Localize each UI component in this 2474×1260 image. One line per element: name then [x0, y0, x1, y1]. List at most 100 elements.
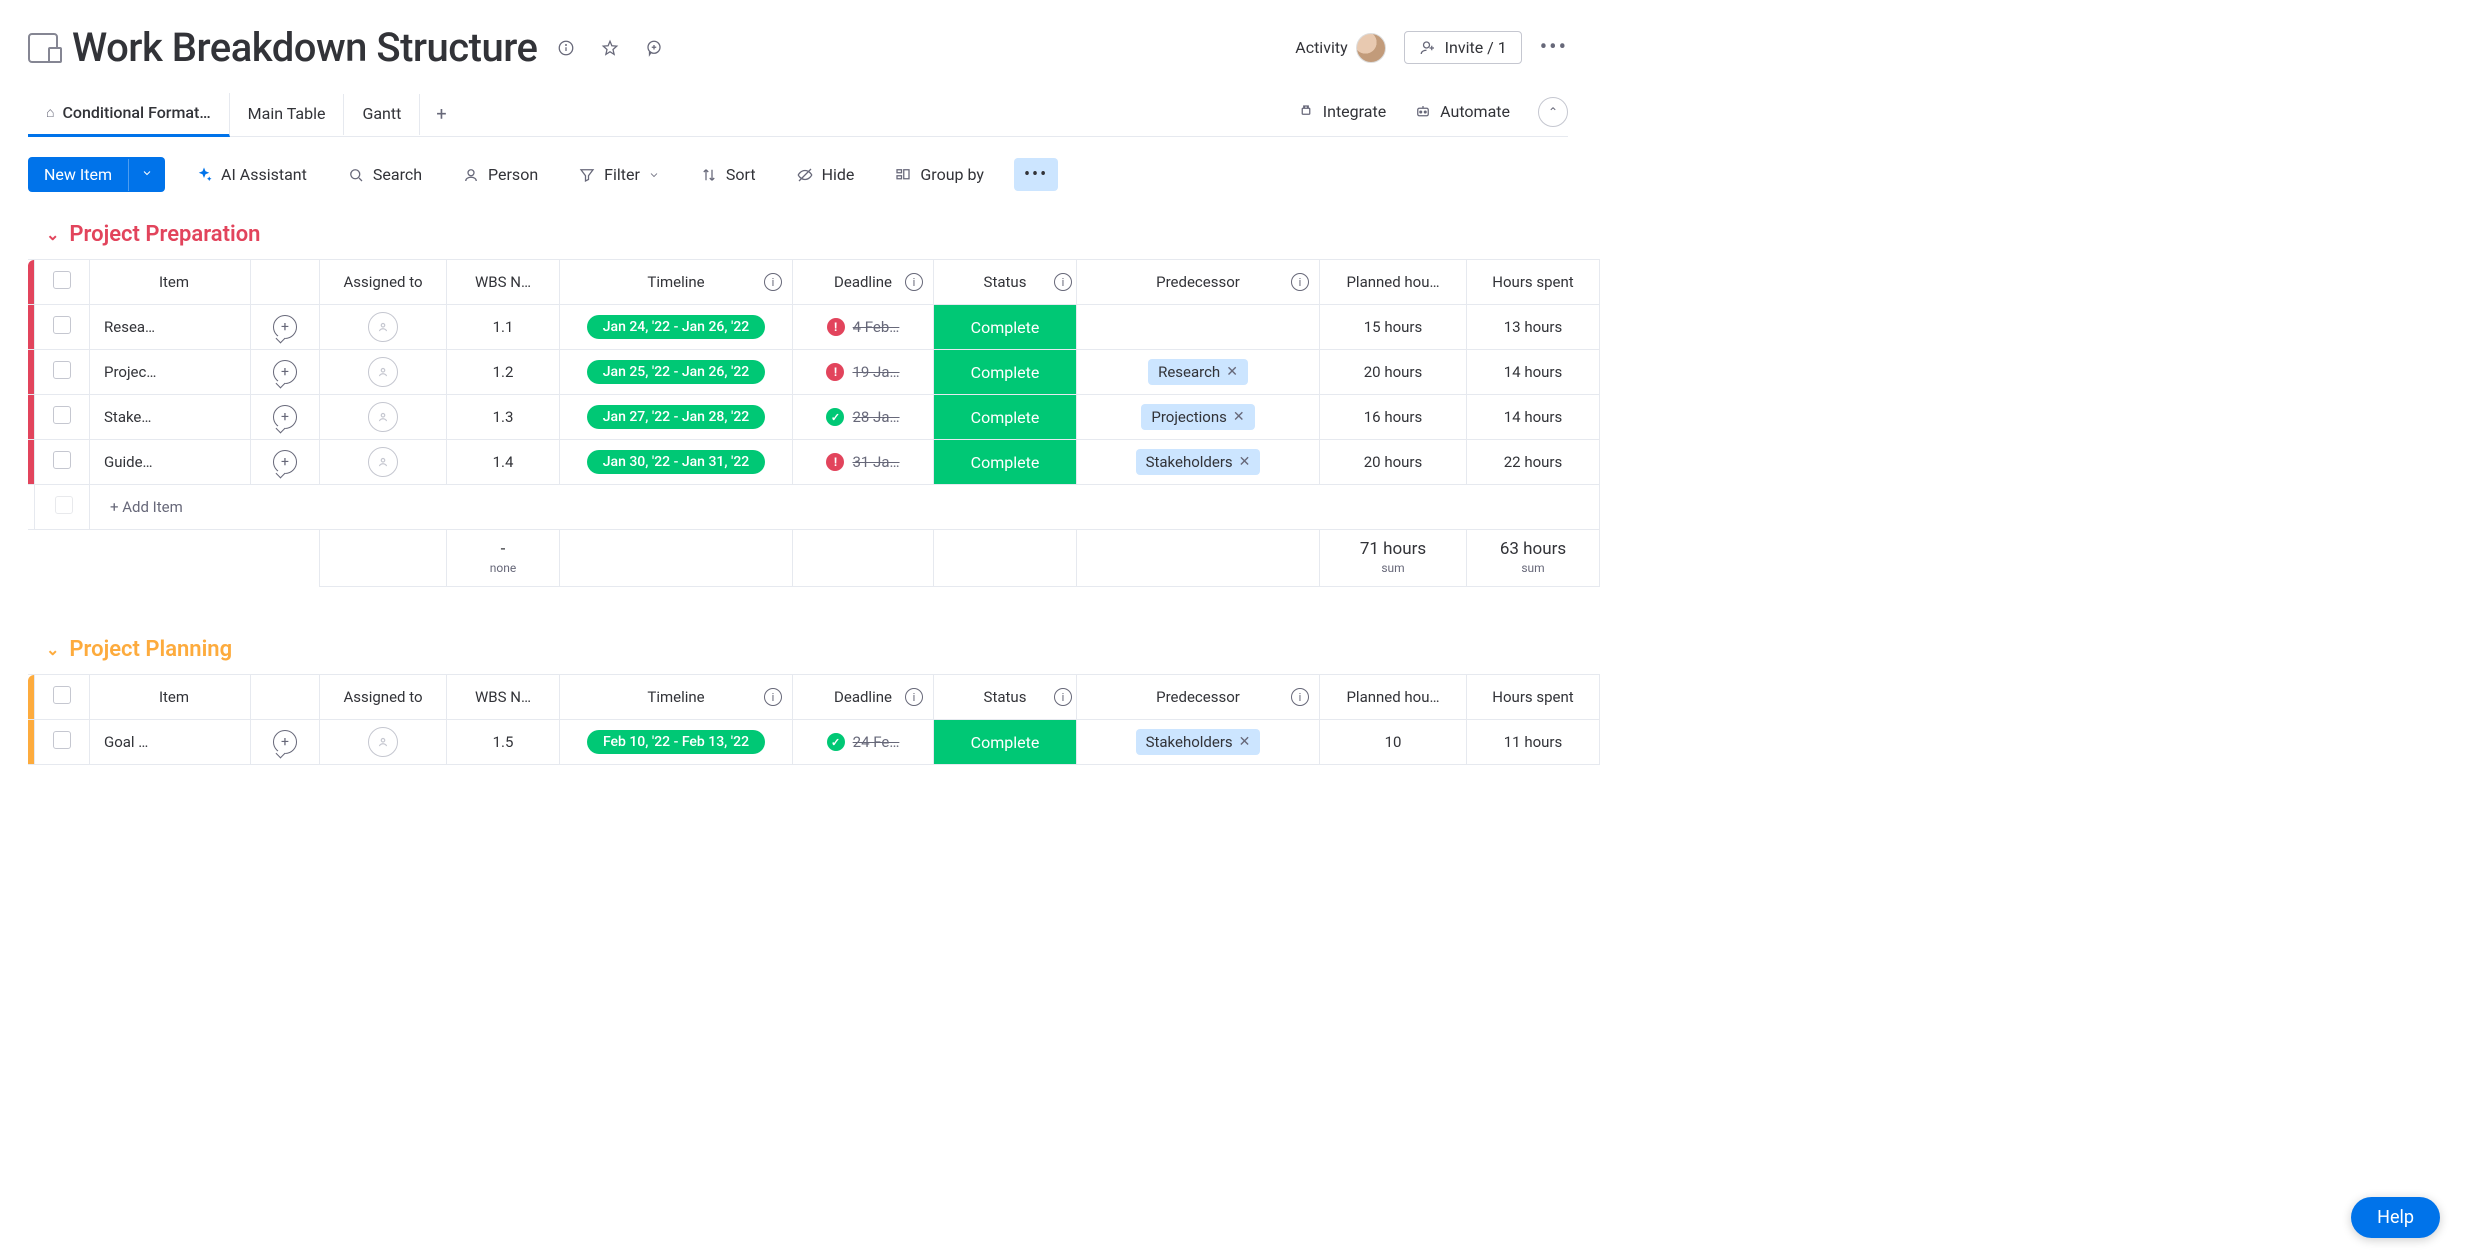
add-view-button[interactable]: + — [420, 94, 462, 135]
col-wbs[interactable]: WBS N… — [447, 675, 560, 720]
hours-spent-cell[interactable]: 13 hours — [1467, 305, 1600, 350]
col-timeline[interactable]: Timelinei — [560, 675, 793, 720]
row-checkbox[interactable] — [35, 350, 90, 395]
col-planned[interactable]: Planned hou… — [1320, 675, 1467, 720]
deadline-cell[interactable]: 19 Ja… — [793, 350, 934, 395]
filter-button[interactable]: Filter — [568, 159, 670, 190]
more-options-button[interactable]: ••• — [1014, 158, 1058, 191]
deadline-cell[interactable]: 31 Ja… — [793, 440, 934, 485]
assigned-to-cell[interactable] — [320, 350, 447, 395]
status-cell[interactable]: Complete — [934, 305, 1077, 350]
col-wbs[interactable]: WBS N… — [447, 260, 560, 305]
wbs-cell[interactable]: 1.2 — [447, 350, 560, 395]
remove-tag-icon[interactable]: ✕ — [1233, 409, 1245, 425]
invite-button[interactable]: Invite / 1 — [1404, 31, 1522, 64]
board-options-icon[interactable]: ••• — [1540, 35, 1568, 60]
planned-hours-cell[interactable]: 15 hours — [1320, 305, 1467, 350]
star-icon[interactable] — [595, 33, 625, 63]
add-item-row[interactable]: + Add Item — [28, 485, 1600, 530]
predecessor-tag[interactable]: Stakeholders✕ — [1136, 729, 1261, 755]
item-name-cell[interactable]: Guide… — [90, 440, 251, 485]
status-cell[interactable]: Complete — [934, 350, 1077, 395]
assigned-to-cell[interactable] — [320, 720, 447, 765]
row-checkbox[interactable] — [35, 305, 90, 350]
remove-tag-icon[interactable]: ✕ — [1226, 364, 1238, 380]
assigned-to-cell[interactable] — [320, 305, 447, 350]
col-assigned[interactable]: Assigned to — [320, 675, 447, 720]
col-item[interactable]: Item — [90, 260, 251, 305]
timeline-cell[interactable]: Jan 30, '22 - Jan 31, '22 — [560, 440, 793, 485]
col-status[interactable]: Statusi — [934, 675, 1077, 720]
search-button[interactable]: Search — [337, 159, 432, 190]
remove-tag-icon[interactable]: ✕ — [1239, 454, 1251, 470]
col-planned[interactable]: Planned hou… — [1320, 260, 1467, 305]
deadline-cell[interactable]: 4 Feb… — [793, 305, 934, 350]
add-conversation-icon[interactable] — [639, 33, 669, 63]
hours-spent-cell[interactable]: 11 hours — [1467, 720, 1600, 765]
wbs-cell[interactable]: 1.1 — [447, 305, 560, 350]
timeline-cell[interactable]: Jan 25, '22 - Jan 26, '22 — [560, 350, 793, 395]
col-deadline[interactable]: Deadlinei — [793, 675, 934, 720]
col-status[interactable]: Statusi — [934, 260, 1077, 305]
predecessor-cell[interactable]: Stakeholders✕ — [1077, 720, 1320, 765]
info-icon[interactable] — [551, 33, 581, 63]
conversation-button[interactable]: + — [251, 350, 320, 395]
info-icon[interactable]: i — [905, 688, 923, 706]
ai-assistant-button[interactable]: AI Assistant — [185, 159, 317, 190]
hours-spent-cell[interactable]: 14 hours — [1467, 395, 1600, 440]
timeline-cell[interactable]: Jan 27, '22 - Jan 28, '22 — [560, 395, 793, 440]
info-icon[interactable]: i — [1054, 688, 1072, 706]
new-item-button[interactable]: New Item — [28, 157, 165, 192]
row-checkbox[interactable] — [35, 395, 90, 440]
automate-button[interactable]: Automate — [1414, 102, 1510, 121]
select-all-checkbox[interactable] — [35, 260, 90, 305]
new-item-dropdown-icon[interactable] — [128, 159, 165, 191]
deadline-cell[interactable]: 24 Fe… — [793, 720, 934, 765]
info-icon[interactable]: i — [764, 273, 782, 291]
col-assigned[interactable]: Assigned to — [320, 260, 447, 305]
col-item[interactable]: Item — [90, 675, 251, 720]
status-cell[interactable]: Complete — [934, 395, 1077, 440]
predecessor-tag[interactable]: Projections✕ — [1141, 404, 1254, 430]
collapse-header-button[interactable]: ⌃ — [1538, 97, 1568, 127]
activity-button[interactable]: Activity — [1295, 33, 1385, 63]
hours-spent-cell[interactable]: 22 hours — [1467, 440, 1600, 485]
sort-button[interactable]: Sort — [690, 159, 766, 190]
hours-spent-cell[interactable]: 14 hours — [1467, 350, 1600, 395]
assigned-to-cell[interactable] — [320, 395, 447, 440]
timeline-cell[interactable]: Feb 10, '22 - Feb 13, '22 — [560, 720, 793, 765]
status-cell[interactable]: Complete — [934, 440, 1077, 485]
col-spent[interactable]: Hours spent — [1467, 260, 1600, 305]
wbs-cell[interactable]: 1.4 — [447, 440, 560, 485]
item-name-cell[interactable]: Stake… — [90, 395, 251, 440]
timeline-cell[interactable]: Jan 24, '22 - Jan 26, '22 — [560, 305, 793, 350]
col-predecessor[interactable]: Predecessori — [1077, 675, 1320, 720]
predecessor-cell[interactable]: Stakeholders✕ — [1077, 440, 1320, 485]
col-predecessor[interactable]: Predecessori — [1077, 260, 1320, 305]
planned-hours-cell[interactable]: 20 hours — [1320, 440, 1467, 485]
assigned-to-cell[interactable] — [320, 440, 447, 485]
conversation-button[interactable]: + — [251, 395, 320, 440]
predecessor-cell[interactable] — [1077, 305, 1320, 350]
person-filter-button[interactable]: Person — [452, 159, 548, 190]
col-deadline[interactable]: Deadlinei — [793, 260, 934, 305]
info-icon[interactable]: i — [764, 688, 782, 706]
conversation-button[interactable]: + — [251, 440, 320, 485]
conversation-button[interactable]: + — [251, 720, 320, 765]
group-by-button[interactable]: Group by — [884, 159, 994, 190]
row-checkbox[interactable] — [35, 720, 90, 765]
view-tab-2[interactable]: Gantt — [344, 94, 420, 135]
group-header-plan[interactable]: ⌄Project Planning — [28, 637, 1568, 674]
wbs-cell[interactable]: 1.3 — [447, 395, 560, 440]
info-icon[interactable]: i — [905, 273, 923, 291]
predecessor-cell[interactable]: Projections✕ — [1077, 395, 1320, 440]
help-button[interactable]: Help — [2351, 1197, 2440, 1238]
planned-hours-cell[interactable]: 20 hours — [1320, 350, 1467, 395]
item-name-cell[interactable]: Projec… — [90, 350, 251, 395]
predecessor-tag[interactable]: Research✕ — [1148, 359, 1248, 385]
integrate-button[interactable]: Integrate — [1297, 102, 1386, 121]
predecessor-cell[interactable]: Research✕ — [1077, 350, 1320, 395]
planned-hours-cell[interactable]: 10 — [1320, 720, 1467, 765]
info-icon[interactable]: i — [1291, 688, 1309, 706]
col-timeline[interactable]: Timelinei — [560, 260, 793, 305]
